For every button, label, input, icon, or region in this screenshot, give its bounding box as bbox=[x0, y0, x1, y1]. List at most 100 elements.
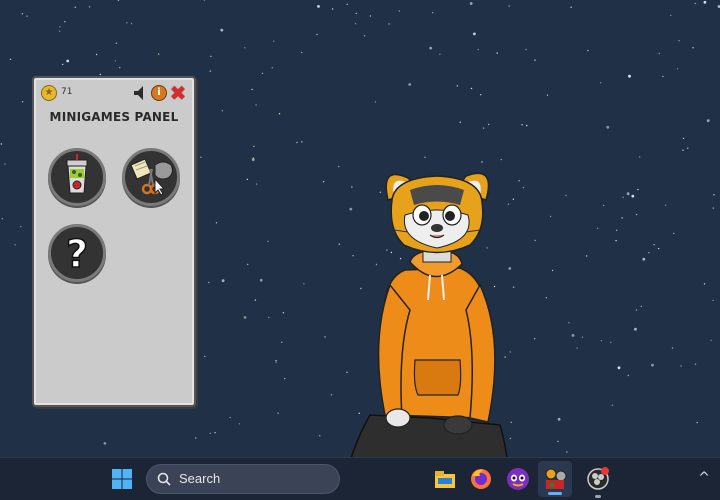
close-button[interactable]: ✖ bbox=[169, 83, 187, 103]
star bbox=[14, 244, 16, 246]
star bbox=[256, 183, 258, 185]
star bbox=[603, 204, 605, 207]
star bbox=[21, 13, 24, 15]
star bbox=[74, 6, 76, 8]
notification-badge bbox=[601, 467, 609, 475]
star bbox=[9, 58, 12, 60]
star bbox=[200, 156, 202, 158]
cauldron-game-button[interactable] bbox=[48, 148, 106, 206]
star bbox=[62, 63, 64, 66]
star bbox=[626, 192, 630, 196]
star bbox=[610, 341, 612, 344]
star bbox=[4, 163, 6, 165]
star bbox=[635, 309, 638, 311]
star bbox=[670, 14, 672, 17]
star bbox=[267, 240, 269, 243]
star bbox=[59, 26, 61, 28]
desktop-pet-taskbar-button[interactable] bbox=[538, 461, 572, 497]
star bbox=[508, 5, 510, 7]
star bbox=[247, 263, 249, 266]
info-button[interactable]: i bbox=[151, 85, 167, 101]
star bbox=[275, 359, 277, 362]
question-mark-icon: ? bbox=[65, 231, 89, 277]
star bbox=[576, 347, 578, 349]
star bbox=[621, 217, 623, 219]
star bbox=[281, 341, 283, 343]
star bbox=[566, 451, 568, 453]
svg-text:?: ? bbox=[66, 232, 88, 276]
star bbox=[651, 363, 654, 367]
star bbox=[706, 119, 710, 123]
star bbox=[657, 247, 660, 250]
purple-mascot-icon[interactable] bbox=[505, 466, 531, 492]
file-explorer-icon[interactable] bbox=[432, 466, 458, 492]
star bbox=[204, 355, 206, 357]
star bbox=[662, 75, 664, 78]
star bbox=[586, 255, 588, 257]
star bbox=[606, 125, 610, 129]
star bbox=[229, 416, 231, 419]
star bbox=[570, 6, 572, 8]
firefox-icon[interactable] bbox=[468, 466, 494, 492]
star bbox=[431, 12, 434, 14]
star bbox=[525, 48, 527, 51]
star bbox=[658, 52, 660, 55]
taskbar-search-box[interactable]: Search bbox=[146, 464, 340, 494]
obs-icon[interactable] bbox=[585, 466, 611, 492]
star bbox=[0, 143, 3, 145]
star bbox=[195, 437, 197, 439]
star bbox=[671, 347, 674, 349]
rock-paper-scissors-game-button[interactable] bbox=[122, 148, 180, 206]
star bbox=[546, 94, 549, 96]
star bbox=[456, 85, 458, 87]
star bbox=[581, 336, 584, 338]
star bbox=[278, 113, 281, 115]
star bbox=[374, 101, 377, 103]
rock-paper-scissors-icon bbox=[130, 158, 173, 196]
star bbox=[238, 423, 241, 425]
star bbox=[388, 23, 390, 25]
star bbox=[117, 0, 120, 2]
sound-toggle-icon[interactable] bbox=[132, 85, 148, 101]
panel-title: MINIGAMES PANEL bbox=[49, 110, 179, 124]
star bbox=[244, 47, 246, 49]
star bbox=[634, 327, 637, 331]
star bbox=[429, 46, 433, 50]
star bbox=[215, 222, 218, 224]
star bbox=[243, 316, 247, 319]
star bbox=[59, 30, 61, 32]
tray-overflow-chevron-icon[interactable]: ^ bbox=[698, 470, 710, 486]
running-app-indicator bbox=[595, 495, 601, 498]
star bbox=[346, 3, 348, 5]
star bbox=[64, 21, 66, 23]
windows-start-icon[interactable] bbox=[111, 468, 133, 490]
star bbox=[252, 157, 254, 159]
star bbox=[157, 53, 160, 55]
star bbox=[682, 149, 684, 151]
desktop-pet-character[interactable] bbox=[310, 160, 560, 500]
star bbox=[439, 53, 441, 55]
star bbox=[303, 283, 305, 285]
star bbox=[275, 361, 277, 363]
star bbox=[648, 252, 650, 254]
mystery-game-button[interactable]: ? bbox=[48, 224, 106, 282]
star bbox=[680, 365, 682, 367]
star bbox=[627, 374, 629, 377]
star bbox=[268, 316, 270, 319]
star bbox=[273, 40, 275, 42]
star bbox=[712, 299, 714, 302]
star bbox=[301, 141, 303, 143]
star bbox=[526, 124, 528, 127]
desktop-pet-icon bbox=[545, 468, 567, 489]
coin-count: 71 bbox=[61, 87, 73, 97]
star bbox=[694, 363, 697, 365]
star bbox=[363, 35, 366, 37]
star bbox=[208, 281, 210, 284]
star bbox=[220, 28, 224, 32]
star bbox=[587, 49, 589, 52]
star bbox=[473, 32, 476, 36]
star bbox=[20, 225, 22, 228]
star bbox=[253, 145, 255, 147]
star bbox=[631, 194, 635, 198]
star bbox=[713, 194, 715, 196]
